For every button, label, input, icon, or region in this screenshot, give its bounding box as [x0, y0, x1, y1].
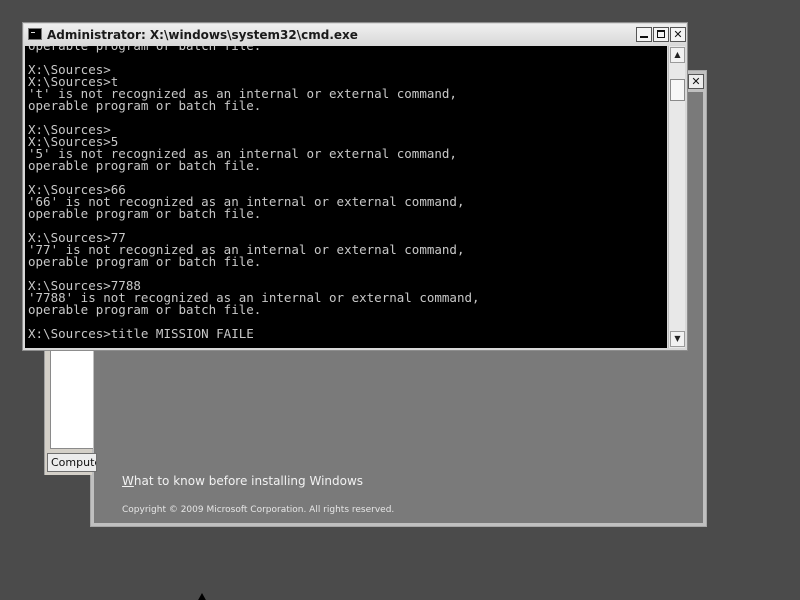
- scroll-thumb[interactable]: [670, 79, 685, 101]
- console-output[interactable]: operable program or batch file. X:\Source…: [25, 46, 667, 348]
- console-lines: operable program or batch file. X:\Source…: [28, 46, 480, 340]
- console-line: X:\Sources>title MISSION FAILE: [28, 326, 254, 341]
- console-line: operable program or batch file.: [28, 206, 262, 221]
- what-to-know-link[interactable]: What to know before installing Windows: [122, 474, 363, 488]
- link-text: hat to know before installing Windows: [133, 474, 364, 488]
- maximize-icon: [657, 30, 665, 38]
- cmd-window-title: Administrator: X:\windows\system32\cmd.e…: [47, 28, 358, 42]
- arrow-up-icon: ▲: [674, 50, 681, 59]
- cmd-window: Administrator: X:\windows\system32\cmd.e…: [22, 22, 688, 351]
- setup-close-button[interactable]: ✕: [688, 74, 704, 89]
- computer-button[interactable]: Compute: [47, 453, 97, 472]
- scroll-up-button[interactable]: ▲: [670, 47, 685, 63]
- arrow-down-icon: ▼: [674, 334, 681, 343]
- close-icon: ✕: [673, 28, 683, 41]
- close-button[interactable]: ✕: [670, 27, 686, 42]
- scroll-down-button[interactable]: ▼: [670, 331, 685, 347]
- minimize-button[interactable]: [636, 27, 652, 42]
- minimize-icon: [640, 36, 648, 38]
- console-line: operable program or batch file.: [28, 98, 262, 113]
- console-line: operable program or batch file.: [28, 302, 262, 317]
- link-accelerator: W: [122, 474, 134, 488]
- copyright-text: Copyright © 2009 Microsoft Corporation. …: [122, 505, 395, 515]
- close-icon: ✕: [691, 75, 701, 88]
- mouse-pointer-icon: [197, 593, 207, 600]
- console-line: operable program or batch file.: [28, 254, 262, 269]
- desktop: ✕ What to know before installing Windows…: [0, 0, 800, 600]
- dialog-pane: [50, 345, 93, 449]
- partial-dialog: Compute: [44, 345, 97, 475]
- console-icon: [28, 28, 42, 40]
- maximize-button[interactable]: [653, 27, 669, 42]
- console-line: operable program or batch file.: [28, 158, 262, 173]
- vertical-scrollbar[interactable]: ▲ ▼: [668, 46, 685, 348]
- cmd-titlebar[interactable]: Administrator: X:\windows\system32\cmd.e…: [24, 24, 686, 45]
